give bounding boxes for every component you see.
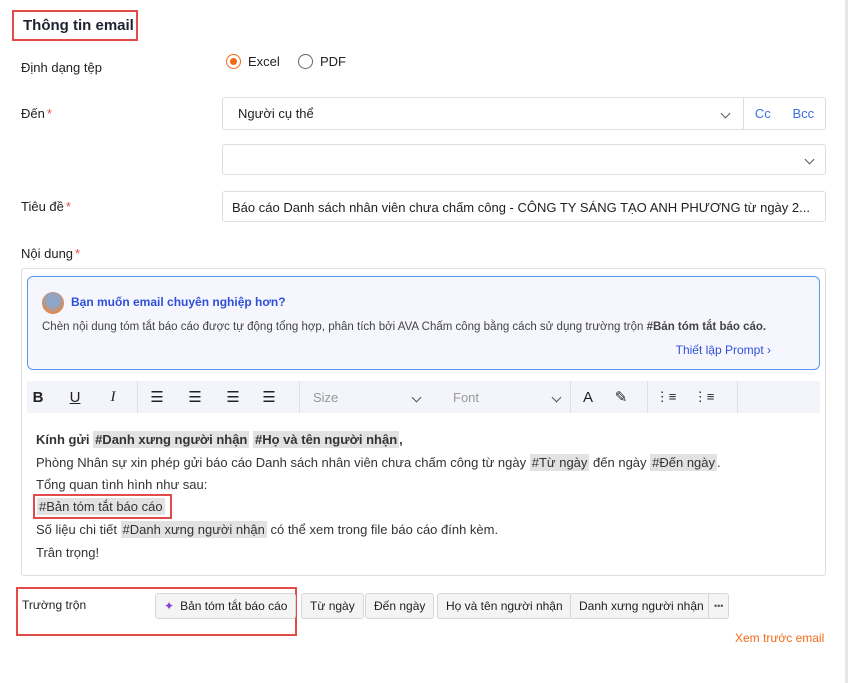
required-mark: * (46, 106, 52, 121)
merge-fields-label: Trường trộn (22, 598, 87, 612)
chevron-down-icon (804, 154, 815, 165)
text: có thể xem trong file báo cáo đính kèm. (266, 522, 499, 537)
setup-prompt-label: Thiết lập Prompt (675, 343, 764, 357)
radio-label: PDF (320, 54, 346, 69)
merge-tag: #Bản tóm tắt báo cáo (37, 498, 165, 515)
bullet-list-icon[interactable]: ⋮≡ (684, 381, 724, 413)
merge-tag: #Họ và tên người nhận (253, 431, 400, 448)
merge-chip-to-date[interactable]: Đến ngày (365, 593, 435, 619)
content-label: Nội dung * (21, 246, 80, 261)
content-label-text: Nội dung (21, 246, 74, 261)
underline-button[interactable]: U (49, 381, 101, 413)
italic-button[interactable]: I (101, 381, 125, 413)
merge-chip-full-name[interactable]: Họ và tên người nhận (437, 593, 572, 619)
text: đến ngày (589, 455, 651, 470)
banner-text-main: Chèn nội dung tóm tắt báo cáo được tự độ… (42, 321, 647, 333)
to-select-value: Người cụ thể (238, 106, 314, 121)
chevron-down-icon (720, 108, 731, 119)
font-select-value: Font (453, 389, 480, 405)
merge-chip-from-date[interactable]: Từ ngày (301, 593, 364, 619)
subject-input[interactable]: Báo cáo Danh sách nhân viên chưa chấm cô… (222, 191, 826, 222)
font-select[interactable]: Font (430, 381, 570, 413)
body-line-summary: #Bản tóm tắt báo cáo (37, 498, 165, 515)
toolbar-divider (737, 381, 738, 413)
bold-button[interactable]: B (27, 381, 49, 413)
size-select-value: Size (313, 389, 339, 405)
text: . (717, 455, 721, 470)
file-format-label: Định dạng tệp (21, 60, 102, 75)
radio-pdf[interactable]: PDF (298, 54, 346, 69)
radio-excel[interactable]: Excel (226, 54, 280, 69)
chevron-right-icon: › (767, 343, 771, 357)
setup-prompt-link[interactable]: Thiết lập Prompt › (676, 343, 771, 357)
body-line-closing: Trân trọng! (36, 545, 100, 560)
radio-checked-icon (226, 54, 241, 69)
text: Số liệu chi tiết (36, 522, 121, 537)
to-label-text: Đến (21, 106, 45, 121)
banner-text: Chèn nội dung tóm tắt báo cáo được tự độ… (42, 321, 766, 333)
to-label: Đến * (21, 106, 52, 121)
merge-tag: #Danh xưng người nhận (93, 431, 250, 448)
ai-suggestion-banner: Bạn muốn email chuyên nghiệp hơn? Chèn n… (27, 276, 820, 370)
chevron-down-icon (411, 392, 422, 402)
ordered-list-icon[interactable]: ⋮≡ (648, 381, 684, 413)
preview-email-link[interactable]: Xem trước email (735, 631, 824, 645)
text: , (399, 432, 403, 447)
editor-toolbar: B U I ☰ ☰ ☰ ☰ Size Font A ✎ ⋮≡ ⋮≡ (27, 381, 820, 413)
ava-avatar (42, 292, 64, 314)
bcc-button[interactable]: Bcc (792, 106, 814, 121)
cc-button[interactable]: Cc (755, 106, 771, 121)
body-line-intro: Phòng Nhân sự xin phép gửi báo cáo Danh … (36, 454, 721, 471)
radio-unchecked-icon (298, 54, 313, 69)
subject-label: Tiêu đề * (21, 199, 71, 214)
size-select[interactable]: Size (300, 381, 430, 413)
highlight-pen-icon[interactable]: ✎ (605, 381, 637, 413)
section-title: Thông tin email (12, 10, 138, 41)
cc-bcc-group: Cc Bcc (743, 98, 825, 129)
merge-tag: #Đến ngày (650, 454, 718, 471)
subject-label-text: Tiêu đề (21, 199, 64, 214)
to-field: Người cụ thể Cc Bcc (222, 97, 826, 130)
recipient-select[interactable] (222, 144, 826, 175)
chevron-down-icon (551, 392, 562, 402)
banner-title: Bạn muốn email chuyên nghiệp hơn? (71, 295, 286, 309)
align-justify-icon[interactable]: ☰ (252, 381, 286, 413)
body-line-details: Số liệu chi tiết #Danh xưng người nhận c… (36, 521, 499, 538)
body-line-greeting: Kính gửi #Danh xưng người nhận #Họ và tê… (36, 431, 403, 448)
banner-text-bold: #Bản tóm tắt báo cáo. (646, 321, 767, 333)
required-mark: * (75, 246, 81, 261)
align-right-icon[interactable]: ☰ (214, 381, 252, 413)
font-color-button[interactable]: A (571, 381, 605, 413)
to-select[interactable]: Người cụ thể (223, 98, 743, 129)
sparkle-icon: ✦ (164, 599, 175, 613)
chip-label: Bản tóm tắt báo cáo (180, 599, 288, 613)
text: Kính gửi (36, 432, 94, 447)
merge-tag: #Từ ngày (529, 454, 590, 471)
merge-chip-summary[interactable]: ✦ Bản tóm tắt báo cáo (155, 593, 297, 619)
radio-label: Excel (248, 54, 280, 69)
text: Phòng Nhân sự xin phép gửi báo cáo Danh … (36, 455, 530, 470)
merge-tag: #Danh xưng người nhận (120, 521, 267, 538)
align-center-icon[interactable]: ☰ (176, 381, 214, 413)
more-button[interactable]: ••• (708, 593, 730, 619)
body-line-overview: Tổng quan tình hình như sau: (36, 477, 208, 492)
merge-chip-salutation[interactable]: Danh xưng người nhận (570, 593, 713, 619)
align-left-icon[interactable]: ☰ (138, 381, 176, 413)
required-mark: * (65, 199, 71, 214)
